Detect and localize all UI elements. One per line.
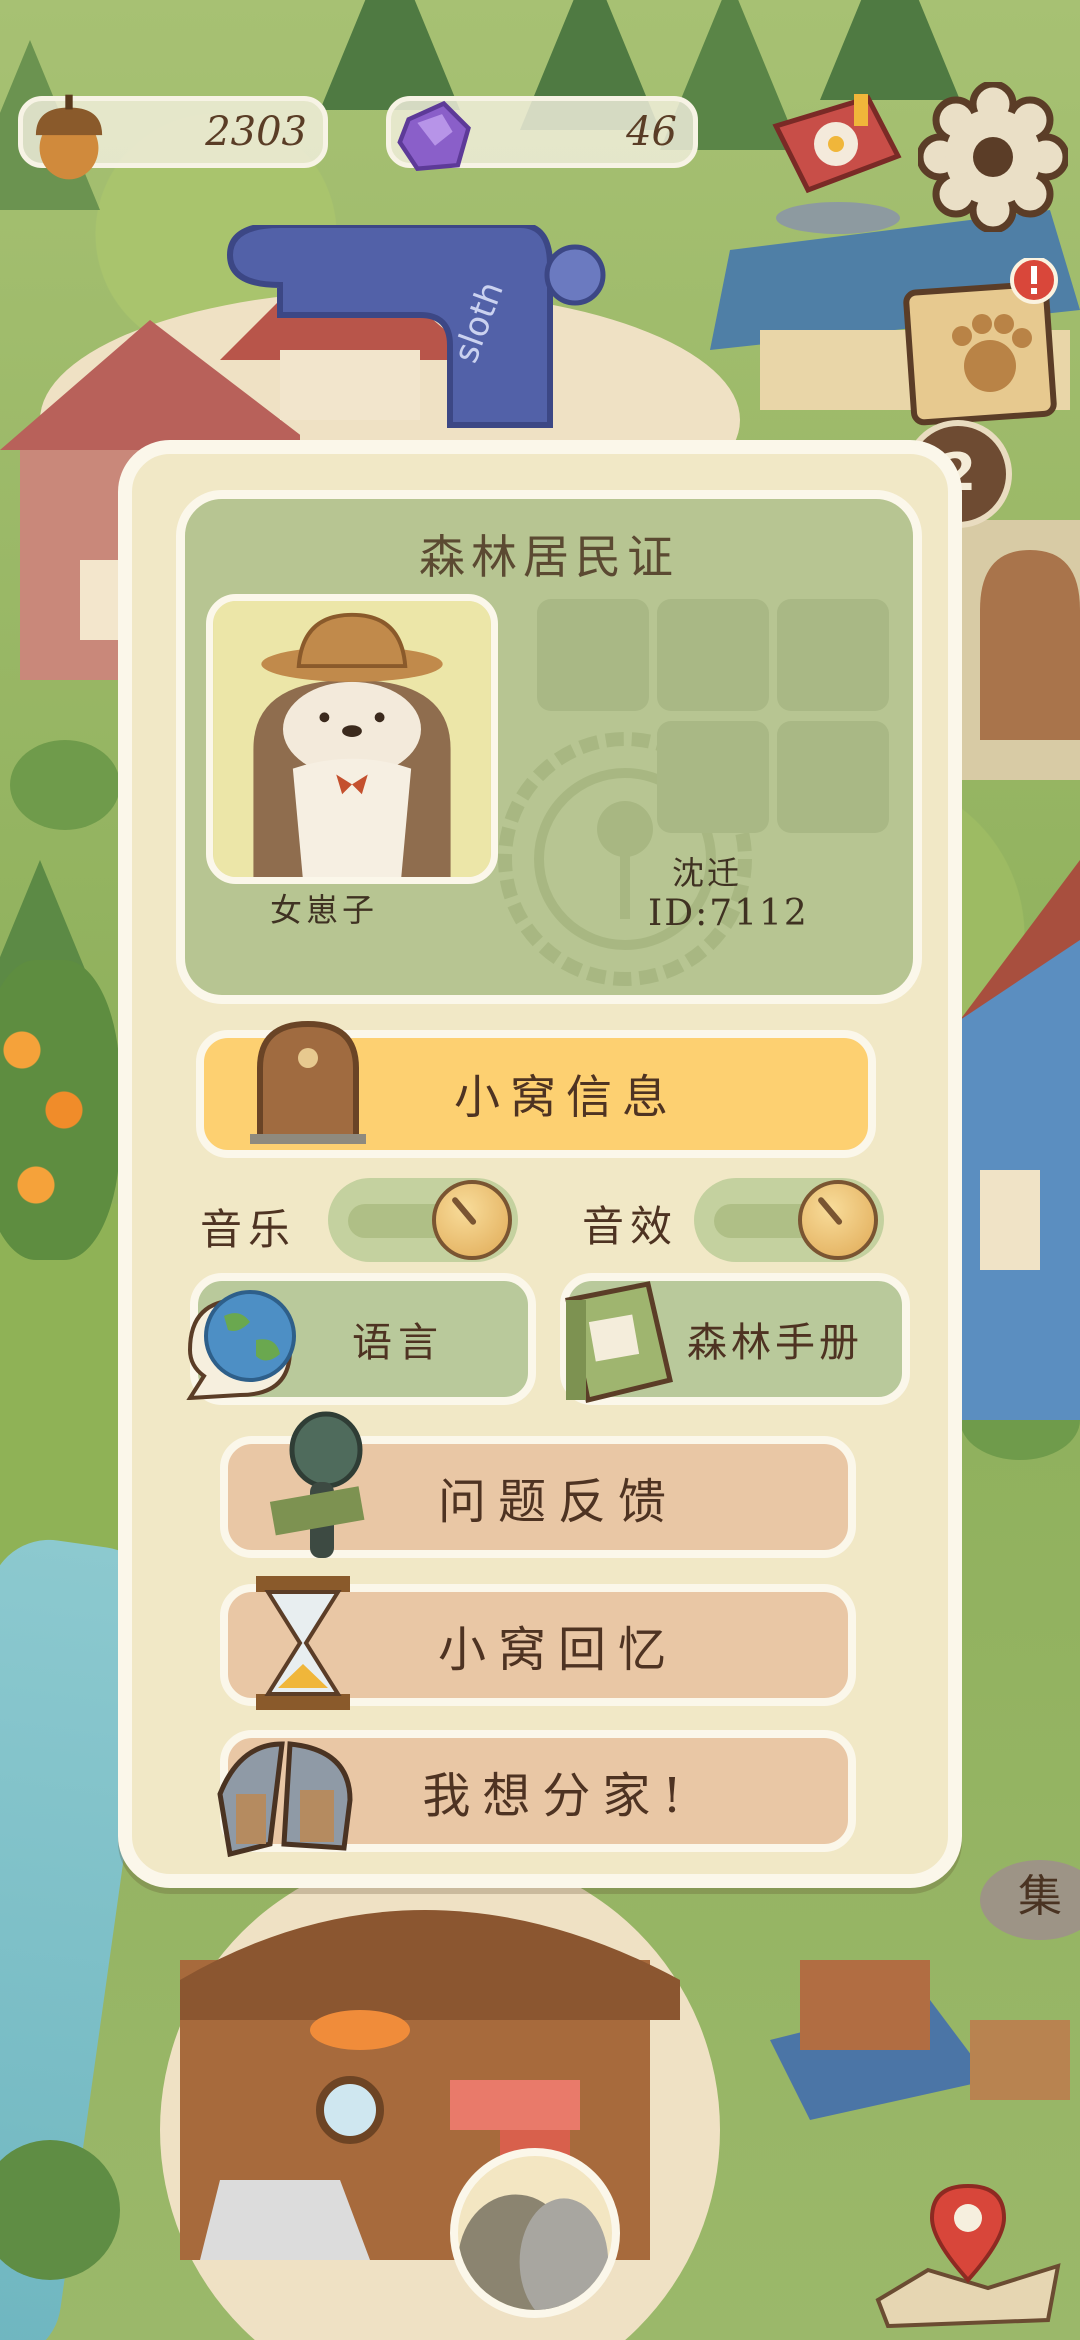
music-label: 音乐	[200, 1205, 297, 1254]
microphone-icon	[269, 1411, 365, 1558]
blue-house	[960, 860, 1080, 1420]
bush	[10, 740, 120, 830]
badge-slot[interactable]	[657, 599, 769, 711]
market-stall	[770, 1960, 1070, 2120]
home-info-label: 小窝信息	[454, 1070, 678, 1124]
acorn-counter[interactable]: 2303	[18, 94, 328, 180]
sfx-toggle[interactable]	[694, 1178, 884, 1262]
forest-manual-label: 森林手册	[687, 1320, 863, 1366]
toggle-knob[interactable]	[432, 1180, 512, 1260]
manual-book-icon	[565, 1281, 673, 1404]
pet-name: 女崽子	[270, 891, 379, 929]
player-name: 沈迁	[672, 854, 743, 892]
memories-label: 小窝回忆	[437, 1622, 678, 1678]
language-label: 语言	[352, 1320, 444, 1366]
sloth-back-icon	[458, 2194, 609, 2310]
music-toggle[interactable]	[328, 1178, 518, 1262]
acorn-count: 2303	[205, 109, 307, 155]
hourglass-icon	[256, 1576, 350, 1710]
badge-slot[interactable]	[777, 599, 889, 711]
gear-icon[interactable]	[918, 82, 1068, 232]
gem-count: 46	[626, 109, 677, 155]
wooden-store	[180, 1910, 680, 2260]
card-title: 森林居民证	[419, 530, 679, 584]
sfx-label: 音效	[582, 1202, 679, 1251]
badge-slot[interactable]	[777, 721, 889, 833]
player-id: ID:7112	[648, 893, 809, 934]
gem-icon	[397, 100, 471, 171]
feedback-label: 问题反馈	[437, 1474, 678, 1530]
badge-slot[interactable]	[657, 721, 769, 833]
sloth-avatar-icon	[214, 601, 490, 877]
side-label[interactable]: 集	[1018, 1860, 1062, 1924]
paw-icon[interactable]	[898, 258, 1068, 428]
badge-slot[interactable]	[537, 599, 649, 711]
acorn-icon	[35, 94, 103, 180]
door-icon	[250, 1020, 366, 1144]
globe-icon	[186, 1290, 296, 1400]
orange-tree	[0, 960, 120, 1260]
toggle-knob[interactable]	[798, 1180, 878, 1260]
flower-book-icon[interactable]	[758, 86, 908, 236]
split-home-label: 我想分家!	[422, 1768, 694, 1824]
broken-house-icon	[217, 1741, 353, 1858]
sewing-machine: sloth	[226, 225, 606, 428]
map-pin-icon[interactable]	[868, 2170, 1068, 2330]
arched-door	[960, 520, 1080, 780]
gem-counter[interactable]: 46	[386, 96, 698, 171]
pet-avatar[interactable]	[206, 594, 498, 884]
character-button[interactable]	[450, 2148, 620, 2318]
